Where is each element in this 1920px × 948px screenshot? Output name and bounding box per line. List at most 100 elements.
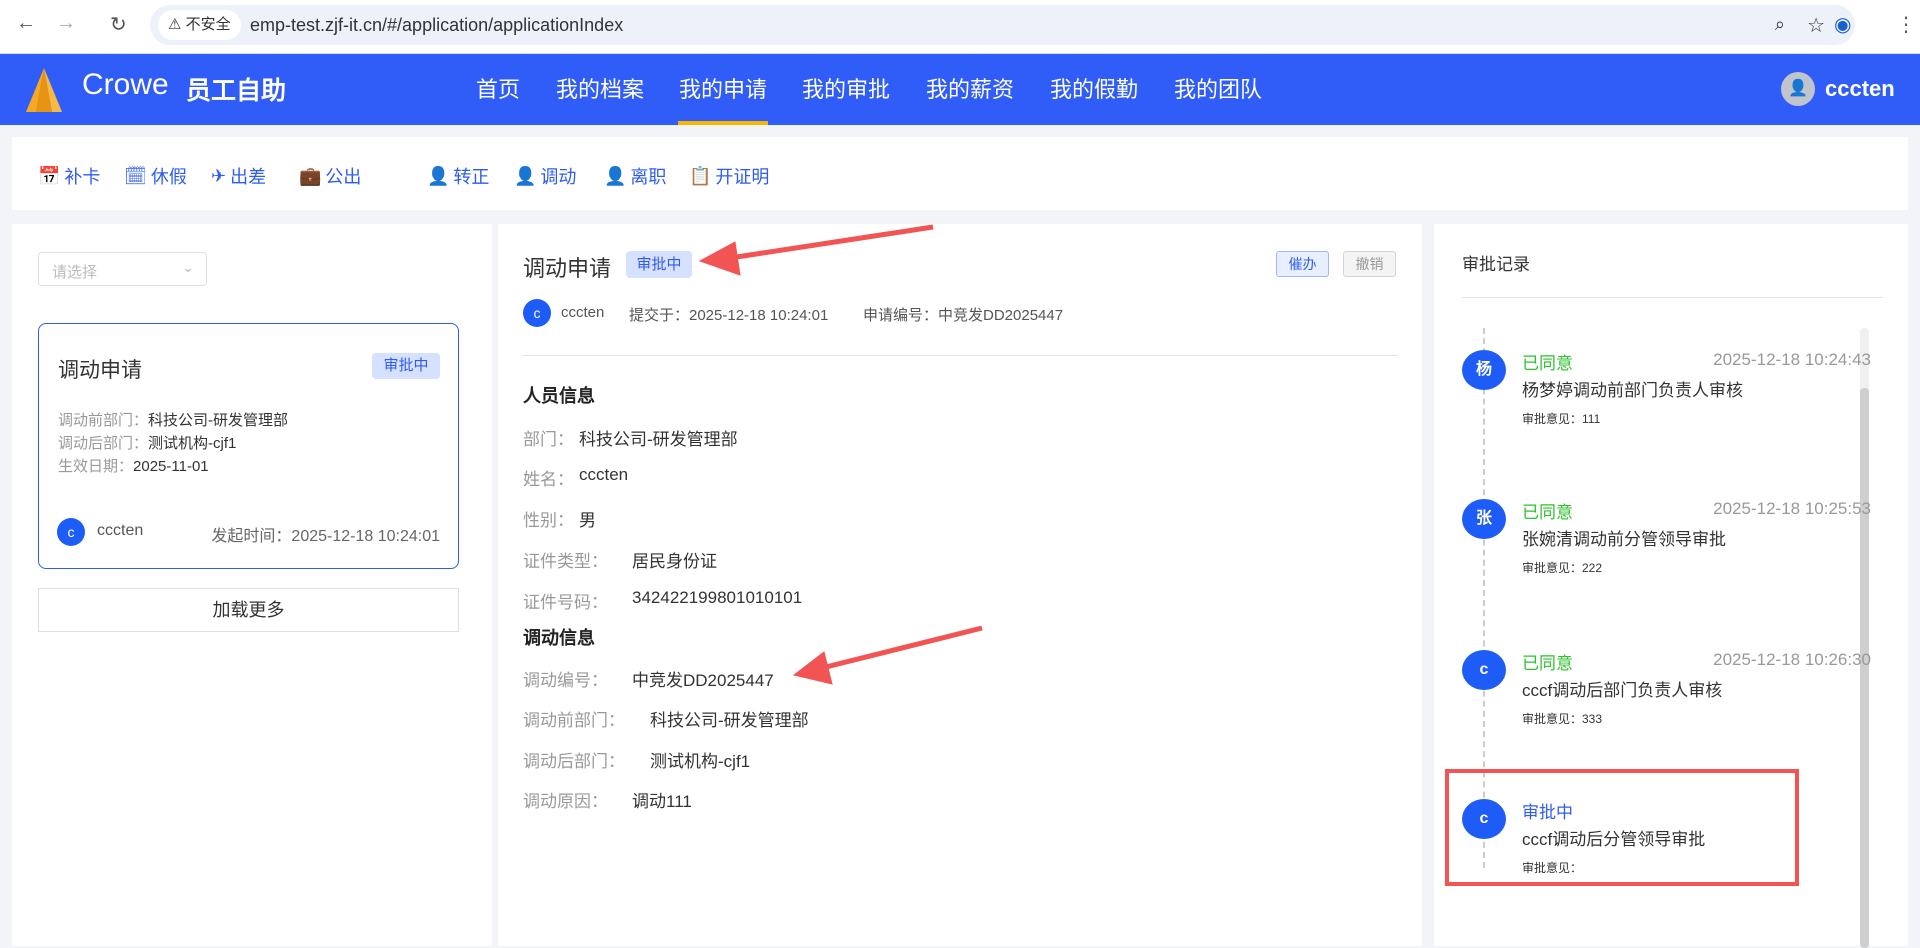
timeline-item: 张 已同意 2025-12-18 10:25:53 张婉清调动前分管领导审批 审… [1460,499,1871,589]
nav-home[interactable]: 首页 [476,54,520,125]
field-value: 科技公司-研发管理部 [148,412,289,429]
field-label: 姓名： [523,470,574,489]
user-avatar-icon[interactable]: 👤 [1781,72,1815,106]
active-nav-indicator [678,121,768,125]
tool-label: 休假 [150,167,187,187]
field-label: 证件号码： [523,593,608,612]
approval-step: cccf调动后分管领导审批 [1522,830,1706,849]
approver-avatar: c [1462,799,1506,839]
approval-status: 已同意 [1522,503,1573,522]
plane-icon: ✈ [211,165,227,186]
application-number: 申请编号：中竞发DD2025447 [863,307,1064,324]
field-label: 性别： [523,511,574,530]
tool-label: 出差 [230,167,267,187]
tool-label: 调动 [540,167,577,187]
field-label: 调动后部门： [58,435,149,452]
back-icon[interactable]: ← [16,12,36,35]
field-value: 男 [579,511,596,530]
urge-button[interactable]: 催办 [1276,251,1329,277]
card-fields: 调动前部门：科技公司-研发管理部 调动后部门：测试机构-cjf1 生效日期：20… [58,409,288,478]
chevron-down-icon: ⌄ [182,259,194,275]
nav-my-approvals[interactable]: 我的审批 [802,54,890,125]
field-value: 342422199801010101 [632,588,803,607]
nav-profile[interactable]: 我的档案 [556,54,644,125]
tool-leave[interactable]: 🗓 休假 [124,163,187,189]
application-card[interactable]: 调动申请 审批中 调动前部门：科技公司-研发管理部 调动后部门：测试机构-cjf… [38,323,459,569]
approver-avatar: 张 [1462,499,1506,539]
tool-transfer[interactable]: 👤 调动 [514,163,576,189]
approval-comment: 审批意见：111 [1522,412,1601,426]
approval-time: 2025-12-18 10:25:53 [1713,499,1871,518]
tool-official-out[interactable]: 💼 公出 [299,163,361,189]
status-badge: 审批中 [372,353,440,379]
approval-comment: 审批意见： [1522,861,1583,875]
nav-my-applications[interactable]: 我的申请 [679,54,767,125]
load-more-button[interactable]: 加载更多 [38,588,459,632]
nav-leave[interactable]: 我的假勤 [1050,54,1138,125]
tool-regularization[interactable]: 👤 转正 [427,163,489,189]
card-title: 调动申请 [58,359,142,382]
field-value: 测试机构-cjf1 [650,752,751,771]
card-user: cccten [97,522,144,539]
tool-business-trip[interactable]: ✈ 出差 [211,163,266,189]
menu-icon[interactable]: ⋮ [1896,12,1916,37]
forward-icon[interactable]: → [56,12,76,35]
user-transfer-icon: 👤 [514,165,537,186]
field-value: 科技公司-研发管理部 [579,430,738,449]
nav-salary[interactable]: 我的薪资 [926,54,1014,125]
detail-title: 调动申请 [523,256,612,281]
tool-resignation[interactable]: 👤 离职 [604,163,666,189]
approver-avatar: 杨 [1462,350,1506,390]
approval-comment: 审批意见：333 [1522,712,1603,726]
field-value: 2025-11-01 [133,458,209,475]
time-label: 发起时间： [211,528,292,545]
scrollbar-track[interactable] [1860,328,1869,948]
field-label: 生效日期： [58,458,134,475]
approval-step: 张婉清调动前分管领导审批 [1522,530,1726,549]
filter-select[interactable]: 请选择 ⌄ [38,252,207,286]
approval-status: 审批中 [1522,803,1573,822]
approval-status: 已同意 [1522,654,1573,673]
records-title: 审批记录 [1462,255,1530,274]
nav-team[interactable]: 我的团队 [1174,54,1262,125]
profile-icon[interactable]: ◉ [1834,12,1851,37]
brand-name: Crowe [82,68,169,101]
field-label: 调动前部门： [58,412,149,429]
approval-comment: 审批意见：222 [1522,561,1603,575]
field-value: 测试机构-cjf1 [148,435,237,452]
timeline-item: c 审批中 cccf调动后分管领导审批 审批意见： [1460,799,1860,889]
field-value: 调动111 [632,792,692,811]
transfer-section-title: 调动信息 [523,628,595,648]
reload-icon[interactable]: ↻ [110,12,127,37]
star-icon[interactable]: ☆ [1807,13,1825,38]
zoom-icon[interactable]: ⌕ [1775,14,1785,35]
submitted-time: 提交于：2025-12-18 10:24:01 [629,307,829,324]
app-header: Crowe 员工自助 首页 我的档案 我的申请 我的审批 我的薪资 我的假勤 我… [0,54,1920,125]
application-list-panel: 请选择 ⌄ 调动申请 审批中 调动前部门：科技公司-研发管理部 调动后部门：测试… [12,224,492,946]
approval-step: 杨梦婷调动前部门负责人审核 [1522,381,1743,400]
tool-card-fix[interactable]: 📅 补卡 [38,163,100,189]
avatar: c [57,518,85,546]
select-placeholder: 请选择 [52,264,98,281]
field-label: 调动原因： [523,792,608,811]
revoke-button[interactable]: 撤销 [1343,251,1396,277]
tool-label: 开证明 [715,167,770,187]
crowe-logo-icon [26,68,62,112]
insecure-badge[interactable]: ⚠ 不安全 [158,10,241,40]
address-bar[interactable]: ⚠ 不安全 emp-test.zjf-it.cn/#/application/a… [150,5,1855,45]
submitter-name: cccten [561,304,605,321]
time-value: 2025-12-18 10:24:01 [291,528,440,545]
calendar-icon: 🗓 [124,165,147,186]
tool-certificate[interactable]: 📋 开证明 [689,163,769,189]
timeline-item: c 已同意 2025-12-18 10:26:30 cccf调动后部门负责人审核… [1460,650,1871,740]
url-text[interactable]: emp-test.zjf-it.cn/#/application/applica… [250,5,623,45]
user-name[interactable]: cccten [1825,76,1895,102]
browser-bar: ← → ↻ ⚠ 不安全 emp-test.zjf-it.cn/#/applica… [0,0,1920,54]
tool-label: 补卡 [64,167,101,187]
approval-step: cccf调动后部门负责人审核 [1522,681,1723,700]
approval-time: 2025-12-18 10:26:30 [1713,650,1871,669]
insecure-label: 不安全 [185,16,231,33]
field-value: 中竞发DD2025447 [632,671,774,690]
user-check-icon: 👤 [427,165,450,186]
application-toolbar: 📅 补卡 🗓 休假 ✈ 出差 💼 公出 👤 转正 👤 调动 👤 离职 📋 开证明 [12,137,1908,210]
